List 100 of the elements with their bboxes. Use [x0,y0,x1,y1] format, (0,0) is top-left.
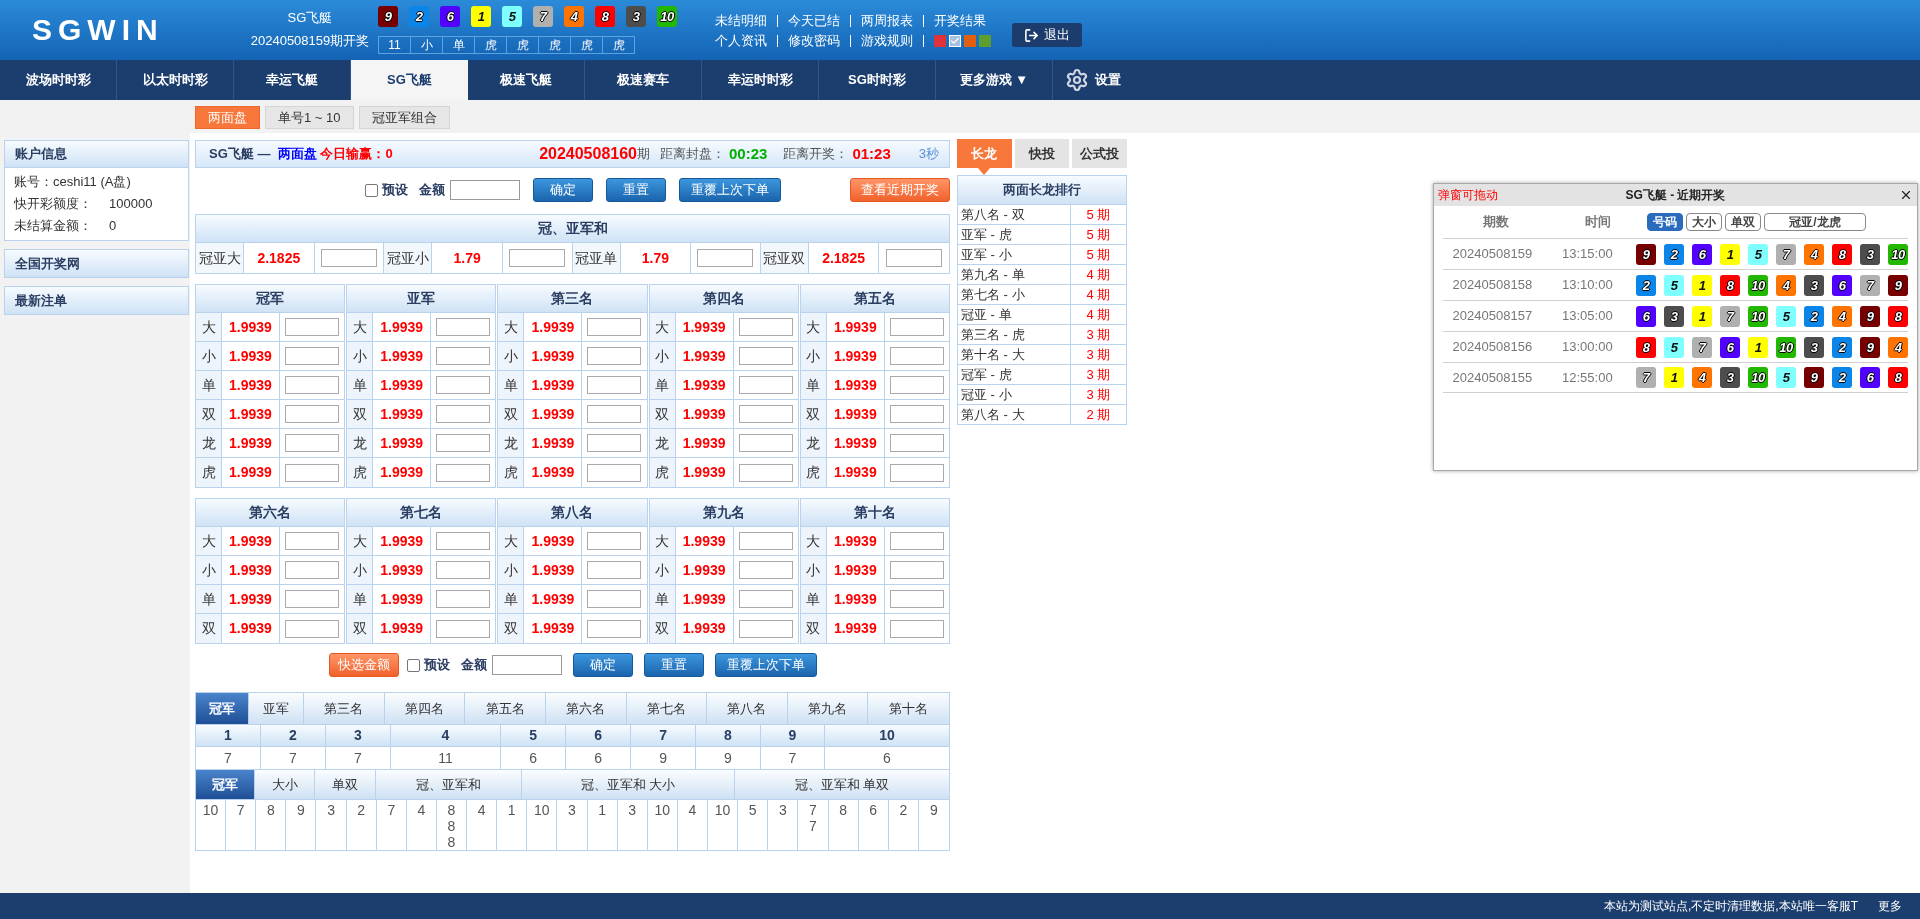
bet-amount-input[interactable] [738,376,793,394]
bet-amount-input[interactable] [738,463,793,482]
bet-amount-input[interactable] [285,434,340,452]
settings-button[interactable]: 设置 [1053,60,1121,100]
position-tab[interactable]: 第八名 [707,693,788,724]
bet-amount-input[interactable] [889,463,944,482]
bet-amount-input[interactable] [285,561,340,579]
preset-label[interactable]: 预设 [381,180,408,200]
bet-amount-input[interactable] [285,532,340,550]
action-button[interactable]: 重置 [643,653,704,677]
position-tab[interactable]: 第五名 [465,693,546,724]
bet-amount-input[interactable] [285,619,340,638]
bet-amount-input[interactable] [587,347,642,365]
header-link[interactable]: 个人资讯 [715,31,767,51]
side-tab[interactable]: 快投 [1014,139,1070,168]
bet-amount-input[interactable] [285,347,340,365]
position-tab[interactable]: 冠军 [196,693,250,724]
action-button[interactable]: 重覆上次下单 [714,653,817,677]
bet-amount-input[interactable] [738,318,793,336]
header-link[interactable]: 修改密码 [788,31,840,51]
bet-amount-input[interactable] [886,249,943,267]
bet-amount-input[interactable] [738,590,793,608]
trend-tab[interactable]: 冠、亚军和 [375,770,522,799]
bet-amount-input[interactable] [436,347,491,365]
trend-tab[interactable]: 冠、亚军和 单双 [735,770,949,799]
amount-input[interactable] [491,655,562,675]
bet-amount-input[interactable] [436,463,491,482]
bet-amount-input[interactable] [587,376,642,394]
side-tab[interactable]: 公式投 [1072,139,1127,168]
trend-tab[interactable]: 冠、亚军和 大小 [521,770,736,799]
preset-checkbox[interactable] [406,658,420,672]
bet-amount-input[interactable] [738,532,793,550]
header-link[interactable]: 未结明细 [715,11,767,31]
bet-amount-input[interactable] [738,619,793,638]
bet-amount-input[interactable] [587,463,642,482]
close-icon[interactable] [1899,188,1913,202]
bet-amount-input[interactable] [889,405,944,423]
display-tab[interactable]: 单双 [1725,213,1761,231]
bet-amount-input[interactable] [587,405,642,423]
theme-swatch[interactable] [964,35,976,47]
position-tab[interactable]: 第六名 [545,693,627,724]
trend-tab[interactable]: 大小 [255,770,316,799]
action-button[interactable]: 重覆上次下单 [678,178,781,202]
panel-header[interactable]: 最新注单 [4,286,189,315]
bet-amount-input[interactable] [436,376,491,394]
panel-header[interactable]: 账户信息 [5,141,188,168]
play-mode-tab[interactable]: 单号1 ~ 10 [265,106,354,129]
bet-amount-input[interactable] [587,318,642,336]
bet-amount-input[interactable] [285,590,340,608]
position-tab[interactable]: 第七名 [626,693,708,724]
bet-amount-input[interactable] [436,590,491,608]
more-link[interactable]: 更多 [1878,897,1902,915]
action-button[interactable]: 确定 [572,653,633,677]
bet-amount-input[interactable] [587,532,642,550]
bet-amount-input[interactable] [889,532,944,550]
bet-amount-input[interactable] [889,590,944,608]
position-tab[interactable]: 第九名 [787,693,869,724]
header-link[interactable]: 开奖结果 [934,11,986,31]
play-mode-tab[interactable]: 冠亚军组合 [358,106,450,129]
position-tab[interactable]: 第十名 [868,693,949,724]
theme-swatch[interactable] [934,35,946,47]
position-tab[interactable]: 第三名 [304,693,385,724]
display-tab[interactable]: 大小 [1686,213,1722,231]
bet-amount-input[interactable] [889,619,944,638]
bet-amount-input[interactable] [587,434,642,452]
bet-amount-input[interactable] [889,376,944,394]
action-button[interactable]: 重置 [605,178,666,202]
bet-amount-input[interactable] [738,347,793,365]
bet-amount-input[interactable] [738,434,793,452]
display-tab[interactable]: 号码 [1647,213,1683,231]
game-nav-tab[interactable]: SG飞艇 [351,60,468,100]
logout-button[interactable]: 退出 [1012,23,1082,47]
bet-amount-input[interactable] [285,318,340,336]
bet-amount-input[interactable] [587,590,642,608]
theme-swatch[interactable] [979,35,991,47]
bet-amount-input[interactable] [889,347,944,365]
position-tab[interactable]: 第四名 [384,693,466,724]
bet-amount-input[interactable] [889,434,944,452]
bet-amount-input[interactable] [889,318,944,336]
action-button[interactable]: 确定 [532,178,593,202]
bet-amount-input[interactable] [285,376,340,394]
header-link[interactable]: 今天已结 [788,11,840,31]
preset-label[interactable]: 预设 [423,655,450,675]
bet-amount-input[interactable] [738,405,793,423]
bet-amount-input[interactable] [436,434,491,452]
popup-title-bar[interactable]: 弹窗可拖动 SG飞艇 - 近期开奖 [1434,184,1917,206]
bet-amount-input[interactable] [436,405,491,423]
position-tab[interactable]: 亚军 [249,693,305,724]
bet-amount-input[interactable] [436,532,491,550]
bet-amount-input[interactable] [509,249,566,267]
bet-amount-input[interactable] [436,318,491,336]
panel-header[interactable]: 全国开奖网 [4,249,189,278]
bet-amount-input[interactable] [587,619,642,638]
bet-amount-input[interactable] [285,405,340,423]
preset-checkbox[interactable] [364,183,378,197]
bet-amount-input[interactable] [436,619,491,638]
theme-swatch[interactable] [949,35,961,47]
bet-amount-input[interactable] [889,561,944,579]
bet-amount-input[interactable] [587,561,642,579]
trend-tab[interactable]: 单双 [315,770,376,799]
